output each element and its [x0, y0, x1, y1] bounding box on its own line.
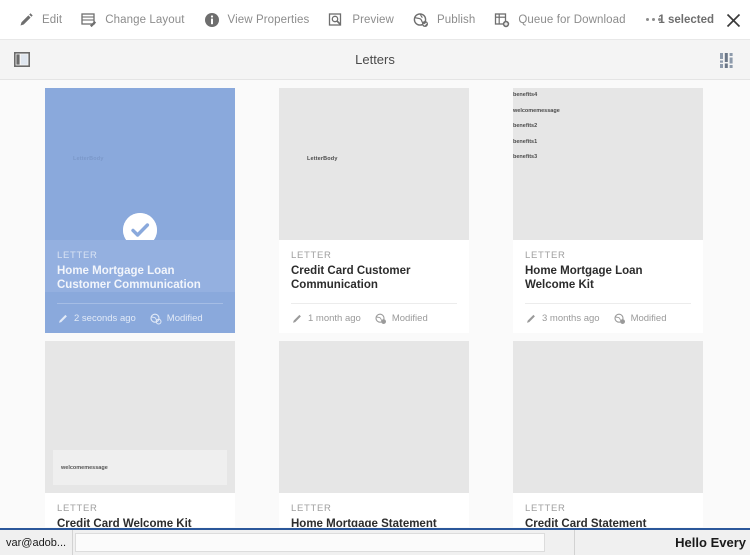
- preview-icon: [327, 11, 345, 29]
- publish-button[interactable]: Publish: [403, 0, 484, 40]
- status-label: Modified: [166, 313, 203, 324]
- card-meta: LETTER Credit Card Customer Communicatio…: [279, 240, 469, 292]
- selection-status-group: 1 selected: [658, 0, 742, 40]
- card-footer: 2 seconds ago Modified: [57, 303, 223, 333]
- change-layout-button[interactable]: Change Layout: [71, 0, 193, 40]
- edit-label: Edit: [42, 13, 63, 26]
- more-dot-icon: [646, 18, 650, 21]
- change-layout-label: Change Layout: [105, 13, 185, 26]
- card-item[interactable]: LetterBody LETTER Home Mortgage Loan Cus…: [45, 88, 235, 333]
- card-item[interactable]: benefits4 welcomemessage benefits2 benef…: [513, 88, 703, 333]
- thumb-text: LetterBody: [307, 156, 338, 162]
- publish-status-icon: [614, 313, 626, 325]
- card-grid-scroll-area[interactable]: LetterBody LETTER Home Mortgage Loan Cus…: [0, 80, 750, 527]
- info-icon: [203, 11, 221, 29]
- card-thumbnail: [279, 341, 469, 493]
- queue-for-download-button[interactable]: Queue for Download: [484, 0, 634, 40]
- pencil-icon: [17, 11, 35, 29]
- pencil-icon: [57, 313, 69, 325]
- modified-time-label: 1 month ago: [308, 313, 361, 324]
- taskbar-item-label: Hello Every: [675, 535, 746, 550]
- thumb-list-item: benefits4: [513, 92, 538, 98]
- card-title: Home Mortgage Statement: [291, 518, 437, 527]
- card-status: Modified: [375, 313, 428, 325]
- status-label: Modified: [630, 313, 667, 324]
- card-footer: 3 months ago Modified: [525, 303, 691, 333]
- card-meta: LETTER Credit Card Welcome Kit: [45, 493, 235, 527]
- queue-download-icon: [493, 11, 511, 29]
- publish-label: Publish: [436, 13, 476, 26]
- card-thumbnail: [513, 341, 703, 493]
- card-kind: LETTER: [525, 503, 566, 514]
- card-status: Modified: [150, 313, 203, 325]
- thumb-list-item: benefits1: [513, 138, 538, 145]
- publish-status-icon: [150, 313, 162, 325]
- preview-label: Preview: [352, 13, 394, 26]
- card-meta: LETTER Home Mortgage Loan Customer Commu…: [45, 240, 235, 292]
- card-title: Credit Card Statement: [525, 518, 647, 527]
- taskbar-item-mail[interactable]: var@adob...: [0, 530, 74, 555]
- card-title: Home Mortgage Loan Customer Communicatio…: [57, 265, 201, 291]
- modified-time-label: 3 months ago: [542, 313, 600, 324]
- card-grid: LetterBody LETTER Home Mortgage Loan Cus…: [0, 88, 750, 527]
- card-kind: LETTER: [525, 250, 566, 261]
- card-meta: LETTER Home Mortgage Statement: [279, 493, 469, 527]
- change-layout-icon: [80, 11, 98, 29]
- taskbar-item-window[interactable]: [75, 533, 546, 552]
- card-status: Modified: [614, 313, 667, 325]
- thumb-text: LetterBody: [73, 156, 104, 162]
- card-modified-time: 2 seconds ago: [57, 313, 136, 325]
- card-kind: LETTER: [57, 250, 98, 261]
- card-footer: 1 month ago Modified: [291, 303, 457, 333]
- preview-button[interactable]: Preview: [318, 0, 403, 40]
- selection-count-label: 1 selected: [658, 14, 714, 26]
- card-modified-time: 1 month ago: [291, 313, 361, 325]
- card-thumbnail: LetterBody: [279, 88, 469, 240]
- page-title: Letters: [355, 52, 395, 67]
- taskbar-item-label: var@adob...: [6, 536, 67, 549]
- card-thumbnail: benefits4 welcomemessage benefits2 benef…: [513, 88, 703, 240]
- os-taskbar: var@adob... Hello Every: [0, 528, 750, 555]
- thumb-text-list: benefits4 welcomemessage benefits2 benef…: [513, 88, 703, 166]
- card-item[interactable]: LETTER Home Mortgage Statement 3 months …: [279, 341, 469, 527]
- thumb-list-item: benefits2: [513, 123, 538, 130]
- edit-button[interactable]: Edit: [8, 0, 71, 40]
- card-item[interactable]: LetterBody LETTER Credit Card Customer C…: [279, 88, 469, 333]
- view-properties-button[interactable]: View Properties: [194, 0, 319, 40]
- view-properties-label: View Properties: [227, 13, 310, 26]
- card-meta: LETTER Credit Card Statement: [513, 493, 703, 527]
- taskbar-item-hello[interactable]: Hello Every: [669, 530, 750, 555]
- selected-check-icon: [123, 213, 157, 240]
- thumb-text: welcomemessage: [61, 464, 108, 471]
- publish-icon: [412, 11, 430, 29]
- card-title: Credit Card Customer Communication: [291, 265, 411, 291]
- card-meta: LETTER Home Mortgage Loan Welcome Kit: [513, 240, 703, 292]
- modified-time-label: 2 seconds ago: [74, 313, 136, 324]
- thumb-list-item: benefits3: [513, 154, 538, 161]
- card-kind: LETTER: [291, 503, 332, 514]
- thumb-highlight-band: welcomemessage: [53, 450, 227, 485]
- close-icon[interactable]: [724, 11, 742, 29]
- title-bar: Letters: [0, 40, 750, 80]
- pencil-icon: [291, 313, 303, 325]
- thumb-list-item: welcomemessage: [513, 107, 560, 114]
- card-thumbnail: welcomemessage: [45, 341, 235, 493]
- toggle-rail-icon[interactable]: [0, 52, 44, 67]
- card-title: Home Mortgage Loan Welcome Kit: [525, 265, 643, 291]
- pencil-icon: [525, 313, 537, 325]
- publish-status-icon: [375, 313, 387, 325]
- card-kind: LETTER: [57, 503, 98, 514]
- card-thumbnail: LetterBody: [45, 88, 235, 240]
- queue-for-download-label: Queue for Download: [518, 13, 626, 26]
- action-toolbar: Edit Change Layout View Properties Previ…: [0, 0, 750, 40]
- card-item[interactable]: welcomemessage LETTER Credit Card Welcom…: [45, 341, 235, 527]
- card-title: Credit Card Welcome Kit: [57, 518, 192, 527]
- card-item[interactable]: LETTER Credit Card Statement 3 months ag…: [513, 341, 703, 527]
- card-kind: LETTER: [291, 250, 332, 261]
- status-label: Modified: [391, 313, 428, 324]
- taskbar-item-extra[interactable]: [547, 530, 576, 555]
- card-modified-time: 3 months ago: [525, 313, 600, 325]
- grid-view-icon[interactable]: [712, 40, 742, 80]
- more-dot-icon: [652, 18, 656, 21]
